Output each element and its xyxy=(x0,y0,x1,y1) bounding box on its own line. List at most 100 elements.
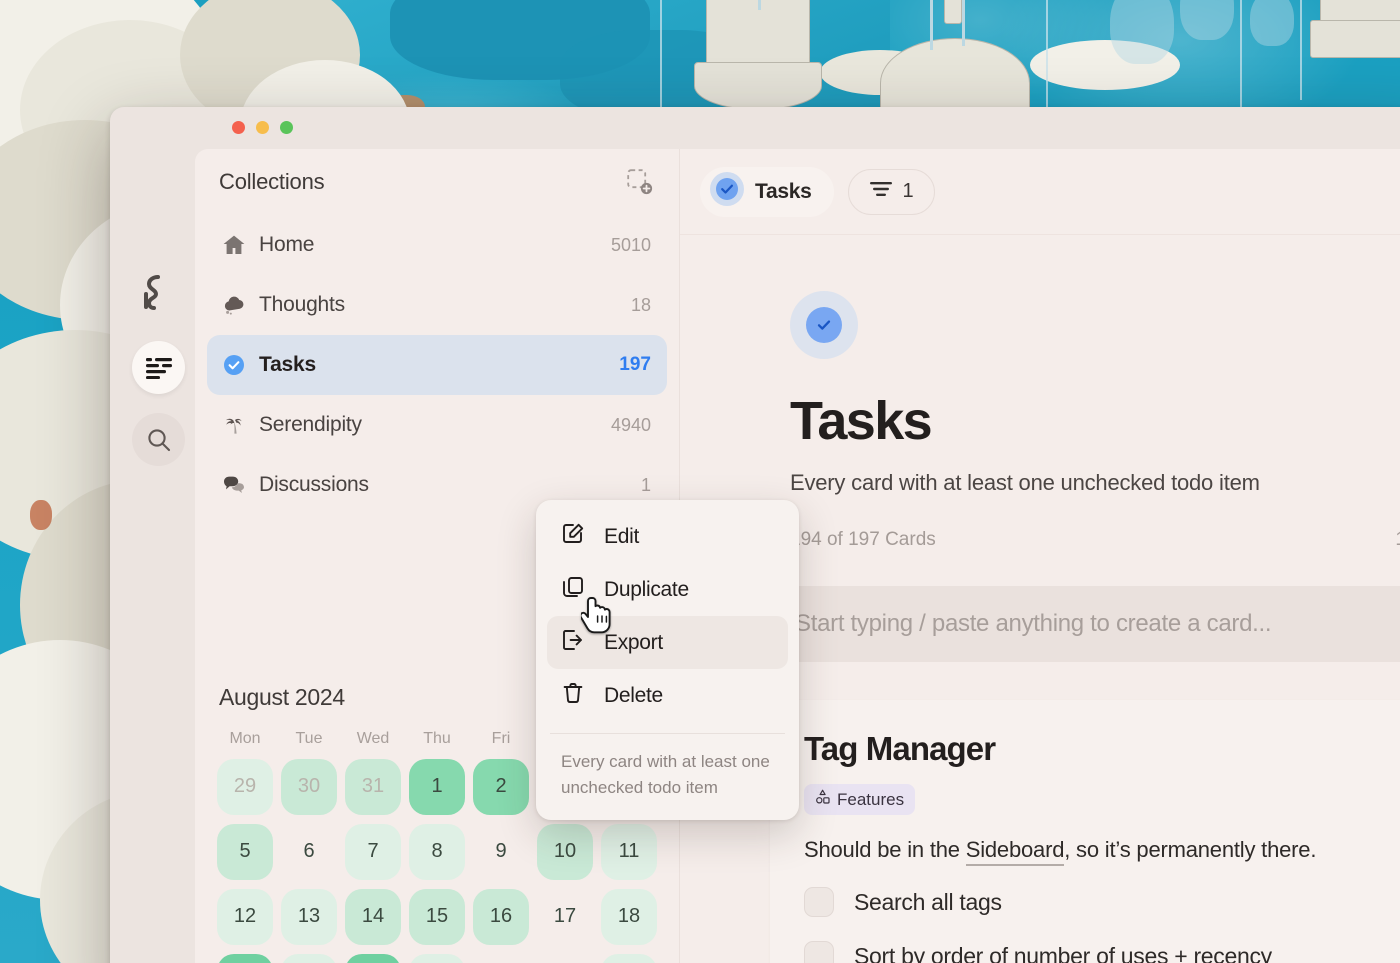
sidebar-item-home[interactable]: Home 5010 xyxy=(207,215,667,275)
calendar-day[interactable]: 8 xyxy=(409,824,465,880)
calendar-day[interactable]: 20 xyxy=(281,954,337,963)
filter-chip[interactable]: 1 xyxy=(848,169,935,215)
calendar-cell: 23 xyxy=(469,949,533,963)
icon-rail xyxy=(110,149,195,963)
list-view-icon[interactable] xyxy=(132,341,185,394)
calendar-day[interactable]: 12 xyxy=(217,889,273,945)
wallpaper-mast xyxy=(962,0,965,46)
detail-meta: 194 of 197 Cards 1 xyxy=(790,529,1400,551)
menu-item-duplicate[interactable]: Duplicate xyxy=(547,563,788,616)
calendar-day[interactable]: 10 xyxy=(537,824,593,880)
sidebar-item-thoughts[interactable]: Thoughts18 xyxy=(207,275,667,335)
calendar-cell: 13 xyxy=(277,884,341,949)
close-button[interactable] xyxy=(232,121,245,134)
calendar-day[interactable]: 9 xyxy=(473,824,529,880)
calendar-day[interactable]: 29 xyxy=(217,759,273,815)
status-badge[interactable]: Features xyxy=(804,784,915,815)
calendar-month-label: August 2024 xyxy=(219,684,345,711)
sidebar-item-label: Tasks xyxy=(259,353,316,377)
collection-chip[interactable]: Tasks xyxy=(700,167,834,217)
add-collection-icon[interactable] xyxy=(627,169,653,195)
menu-item-label: Delete xyxy=(604,684,663,708)
wallpaper-mast xyxy=(1300,0,1302,100)
calendar-cell: 6 xyxy=(277,819,341,884)
calendar-cell: 15 xyxy=(405,884,469,949)
calendar-day[interactable]: 22 xyxy=(409,954,465,963)
menu-item-export[interactable]: Export xyxy=(547,616,788,669)
status-badge-label: Features xyxy=(837,790,904,810)
calendar-weekday: Tue xyxy=(277,720,341,754)
todo-checkbox[interactable] xyxy=(804,887,834,917)
app-window: Collections Home5010Thoughts18Tasks197Se… xyxy=(110,107,1400,963)
calendar-cell: 14 xyxy=(341,884,405,949)
menu-item-edit[interactable]: Edit xyxy=(547,510,788,563)
calendar-cell: 22 xyxy=(405,949,469,963)
context-menu-items: EditDuplicate Export Delete xyxy=(547,510,788,722)
calendar-day[interactable]: 13 xyxy=(281,889,337,945)
calendar-cell: 21 xyxy=(341,949,405,963)
menu-item-delete[interactable]: Delete xyxy=(547,669,788,722)
search-icon[interactable] xyxy=(132,413,185,466)
calendar-cell: 1 xyxy=(405,754,469,819)
sidebar-item-tasks[interactable]: Tasks 197 xyxy=(207,335,667,395)
calendar-day[interactable]: 24 xyxy=(537,954,593,963)
wallpaper-jellyfish xyxy=(1110,0,1174,64)
wallpaper-mast xyxy=(1240,0,1242,110)
trash-icon xyxy=(561,681,585,711)
calendar-cell: 31 xyxy=(341,754,405,819)
todo-item[interactable]: Search all tags xyxy=(804,887,1400,917)
calendar-cell: 25 xyxy=(597,949,661,963)
detail-title: Tasks xyxy=(790,394,1400,448)
maximize-button[interactable] xyxy=(280,121,293,134)
edit-pencil-icon xyxy=(561,522,585,552)
wallpaper-tower xyxy=(944,0,962,24)
calendar-day[interactable]: 31 xyxy=(345,759,401,815)
sidebar-item-label: Thoughts xyxy=(259,293,345,317)
todo-item[interactable]: Sort by order of number of uses + recenc… xyxy=(804,941,1400,963)
window-titlebar xyxy=(110,107,1400,149)
sidebar-item-serendipity[interactable]: Serendipity4940 xyxy=(207,395,667,455)
calendar-day[interactable]: 5 xyxy=(217,824,273,880)
calendar-day[interactable]: 21 xyxy=(345,954,401,963)
calendar-day[interactable]: 14 xyxy=(345,889,401,945)
calendar-day[interactable]: 1 xyxy=(409,759,465,815)
card-composer[interactable]: Start typing / paste anything to create … xyxy=(770,586,1400,662)
calendar-day[interactable]: 11 xyxy=(601,824,657,880)
chat-bubbles-icon xyxy=(219,473,249,497)
calendar-day[interactable]: 23 xyxy=(473,954,529,963)
sidebar-item-count: 1 xyxy=(641,475,651,496)
calendar-day[interactable]: 17 xyxy=(537,889,593,945)
sidebar-item-count: 197 xyxy=(619,354,651,376)
shapes-icon xyxy=(815,789,831,810)
calendar-day[interactable]: 18 xyxy=(601,889,657,945)
calendar-cell: 17 xyxy=(533,884,597,949)
sidebar-item-count: 5010 xyxy=(611,235,651,256)
calendar-day[interactable]: 16 xyxy=(473,889,529,945)
calendar-cell: 9 xyxy=(469,819,533,884)
calendar-day[interactable]: 7 xyxy=(345,824,401,880)
calendar-day[interactable]: 6 xyxy=(281,824,337,880)
calendar-day[interactable]: 15 xyxy=(409,889,465,945)
note-card-title: Tag Manager xyxy=(804,730,1400,768)
sidebar-item-label: Home xyxy=(259,233,314,257)
menu-item-label: Export xyxy=(604,631,663,655)
calendar-day[interactable]: 25 xyxy=(601,954,657,963)
filter-icon xyxy=(869,180,893,203)
calendar-cell: 29 xyxy=(213,754,277,819)
note-card[interactable]: Tag Manager Features Should be in the Si… xyxy=(770,700,1400,963)
wallpaper-mast xyxy=(930,0,933,50)
home-icon xyxy=(219,233,249,257)
todo-checkbox[interactable] xyxy=(804,941,834,963)
cloud-icon xyxy=(219,293,249,317)
minimize-button[interactable] xyxy=(256,121,269,134)
calendar-weekday: Wed xyxy=(341,720,405,754)
note-card-body: Should be in the Sideboard, so it’s perm… xyxy=(804,837,1400,863)
detail-right-meta: 1 xyxy=(1395,529,1400,551)
calendar-day[interactable]: 2 xyxy=(473,759,529,815)
wallpaper-mast xyxy=(1046,0,1048,120)
calendar-day[interactable]: 19 xyxy=(217,954,273,963)
note-body-link[interactable]: Sideboard xyxy=(966,837,1065,866)
calendar-week-row: 19 20 21 22 23 24 25 xyxy=(213,949,661,963)
calendar-day[interactable]: 30 xyxy=(281,759,337,815)
page-title: Collections xyxy=(219,169,324,195)
